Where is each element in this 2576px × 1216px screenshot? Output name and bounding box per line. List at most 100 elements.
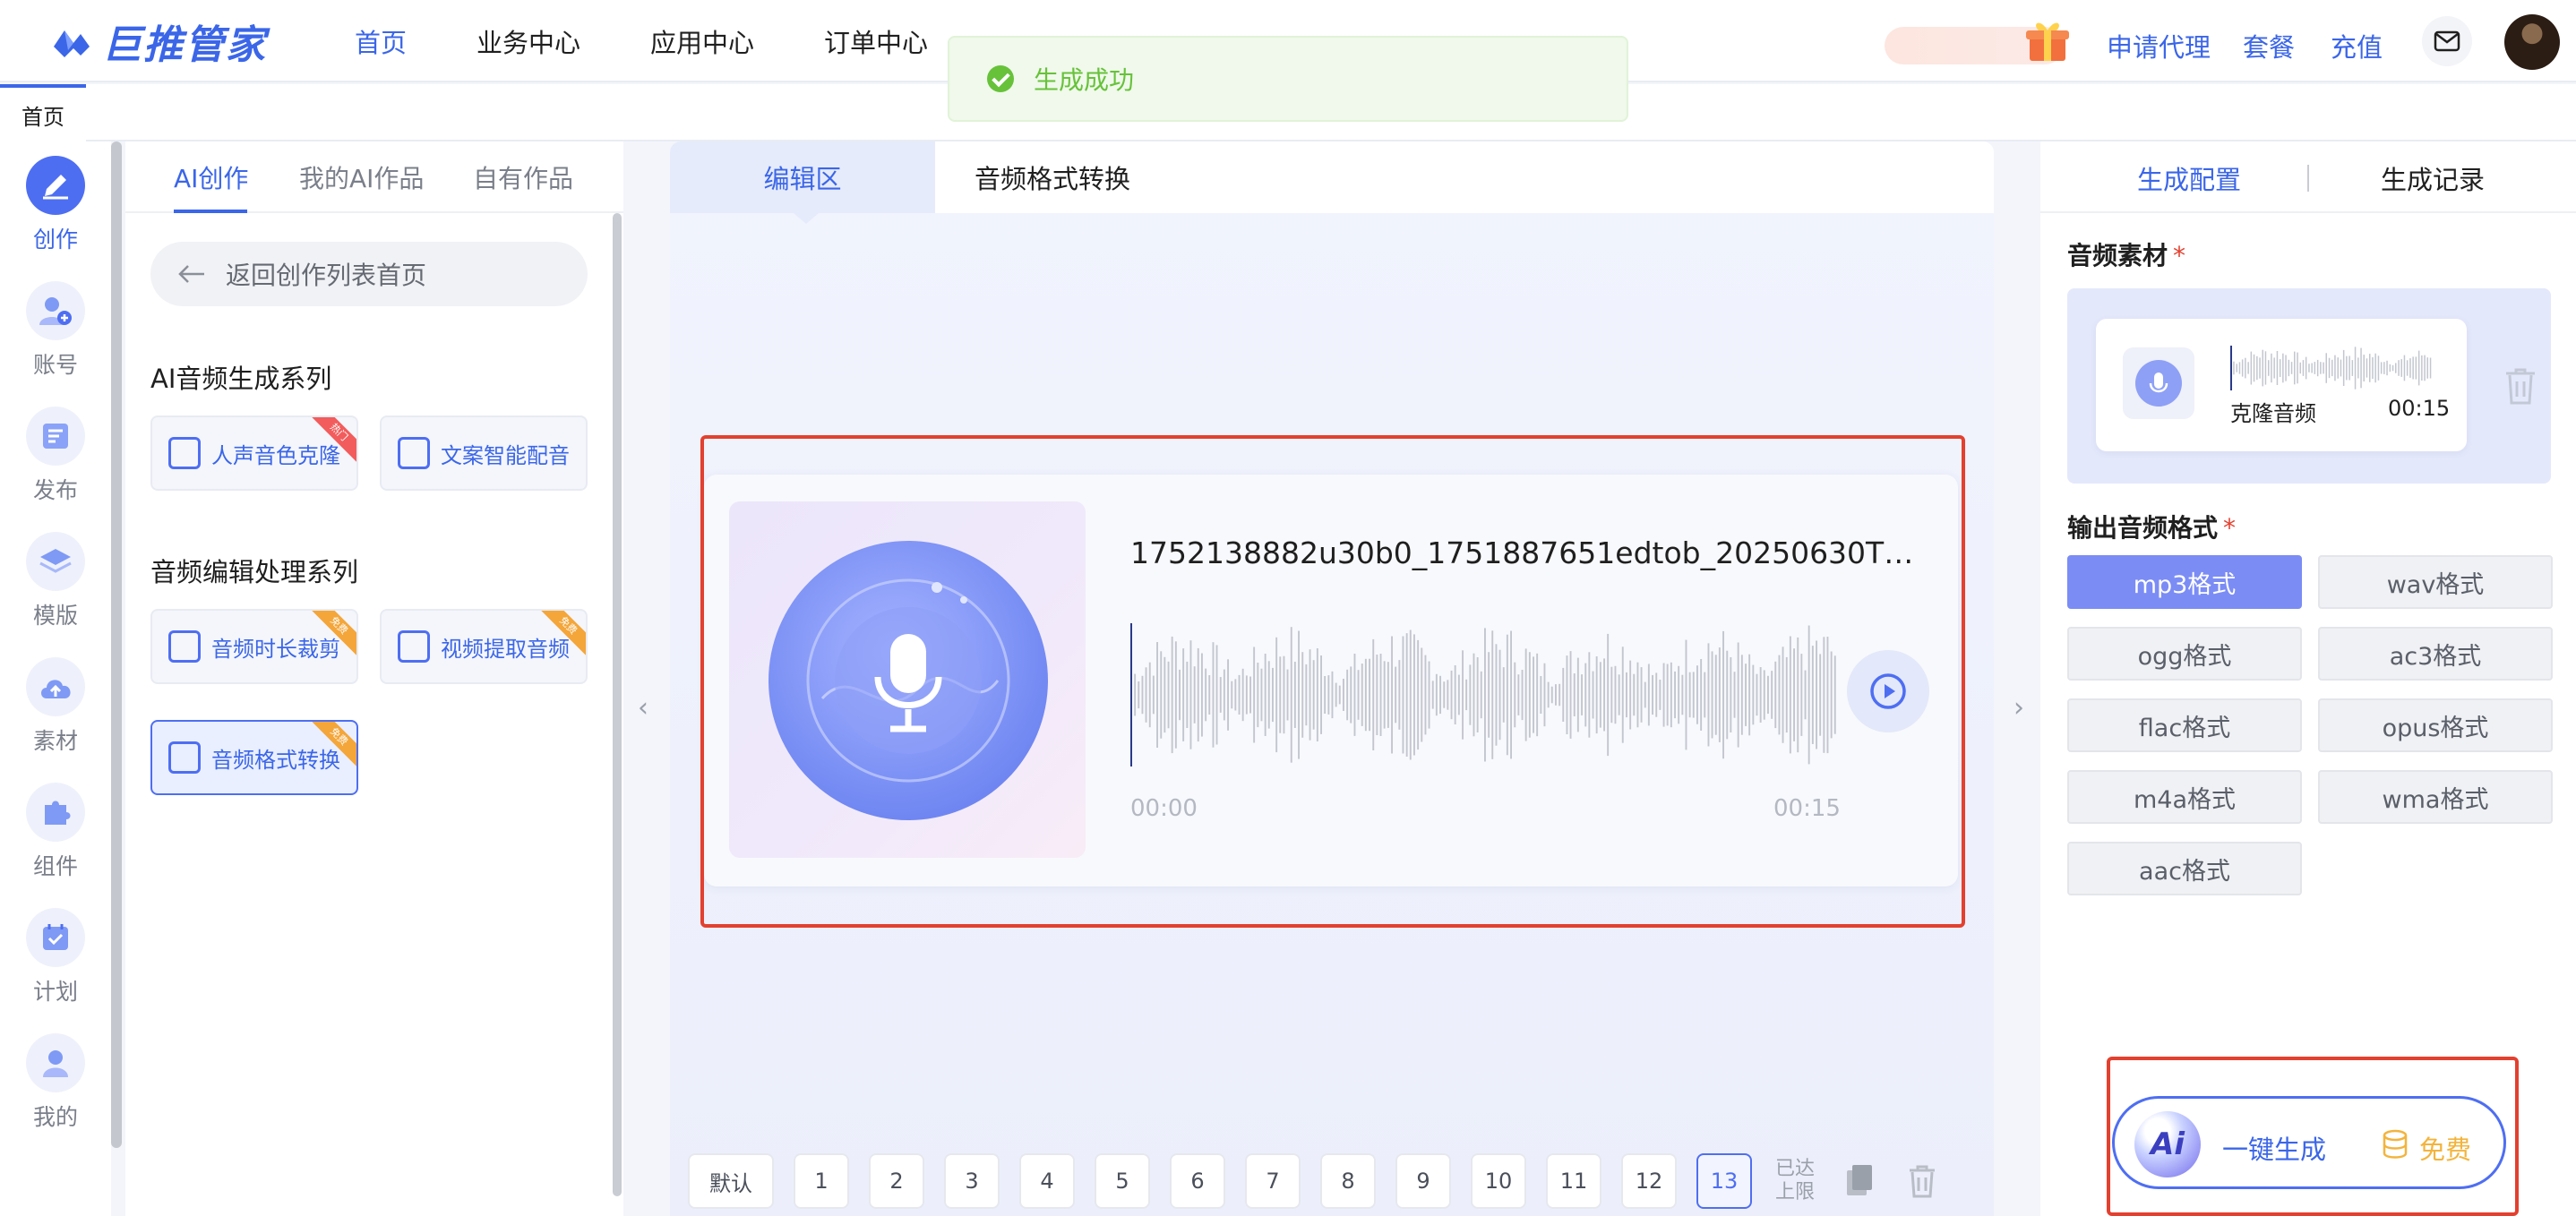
sidebar-item-create[interactable]: 创作: [0, 156, 111, 254]
waveform-bar: [1718, 647, 1721, 742]
tab-home[interactable]: 首页: [0, 84, 86, 141]
waveform-bar: [1629, 660, 1632, 730]
pager-page-4[interactable]: 4: [1019, 1153, 1075, 1209]
format-aac[interactable]: aac格式: [2067, 842, 2302, 895]
card-format-convert[interactable]: 音频格式转换 免费: [150, 720, 358, 795]
format-wav[interactable]: wav格式: [2318, 555, 2553, 609]
card-audio-trim[interactable]: 音频时长裁剪 免费: [150, 609, 358, 684]
calendar-check-icon: [26, 908, 85, 967]
pager-page-12[interactable]: 12: [1621, 1153, 1677, 1209]
recharge-link[interactable]: 充值: [2331, 27, 2383, 64]
waveform-bar: [2253, 354, 2255, 382]
back-to-list-button[interactable]: 返回创作列表首页: [150, 242, 588, 306]
creation-panel-scrollbar[interactable]: [613, 213, 622, 1196]
pager-page-1[interactable]: 1: [794, 1153, 849, 1209]
waveform-bar: [1205, 668, 1207, 722]
collapse-right-chevron-icon[interactable]: ›: [2003, 681, 2035, 734]
nav-app-center[interactable]: 应用中心: [650, 22, 754, 60]
pager-page-11[interactable]: 11: [1546, 1153, 1601, 1209]
pager-page-6[interactable]: 6: [1170, 1153, 1225, 1209]
waveform-bar: [1558, 683, 1561, 706]
apply-agent-link[interactable]: 申请代理: [2107, 27, 2211, 64]
waveform-bar: [1376, 655, 1378, 735]
pager-page-7[interactable]: 7: [1245, 1153, 1301, 1209]
tab-generate-history[interactable]: 生成记录: [2381, 159, 2485, 197]
tab-generate-config[interactable]: 生成配置: [2137, 159, 2241, 197]
delete-button[interactable]: [1901, 1158, 1944, 1204]
waveform-bar: [1626, 672, 1627, 718]
waveform-bar: [1543, 663, 1546, 727]
pager-page-2[interactable]: 2: [869, 1153, 924, 1209]
tab-my-ai-works[interactable]: 我的AI作品: [299, 159, 424, 195]
card-extract-audio[interactable]: 视频提取音频 免费: [380, 609, 588, 684]
active-tab-indicator: [174, 210, 247, 213]
tab-ai-create[interactable]: AI创作: [174, 159, 248, 195]
playhead-cursor[interactable]: [1130, 623, 1132, 766]
format-flac[interactable]: flac格式: [2067, 698, 2302, 752]
mail-button[interactable]: [2422, 16, 2472, 66]
format-wma[interactable]: wma格式: [2318, 770, 2553, 824]
sidebar-item-component[interactable]: 组件: [0, 783, 111, 881]
pager-page-10[interactable]: 10: [1471, 1153, 1526, 1209]
material-title-text: 音频素材: [2067, 241, 2168, 270]
format-ac3[interactable]: ac3格式: [2318, 627, 2553, 681]
waveform-bar: [2383, 362, 2385, 374]
waveform-bar: [2290, 362, 2293, 374]
copy-button[interactable]: [1838, 1158, 1881, 1204]
video-audio-icon: [398, 630, 430, 663]
pager-page-13[interactable]: 13: [1696, 1153, 1752, 1209]
tab-format-convert[interactable]: 音频格式转换: [975, 141, 1130, 213]
waveform-bar: [2366, 358, 2368, 378]
waveform-bar: [1219, 677, 1222, 713]
publish-icon: [26, 407, 85, 466]
format-opus[interactable]: opus格式: [2318, 698, 2553, 752]
audio-waveform[interactable]: [1130, 623, 1838, 766]
avatar[interactable]: [2504, 14, 2560, 70]
format-mp3[interactable]: mp3格式: [2067, 555, 2302, 609]
waveform-bar: [1201, 653, 1203, 737]
waveform-bar: [2302, 360, 2305, 376]
sidebar-item-label: 计划: [32, 979, 78, 1005]
pager-page-5[interactable]: 5: [1095, 1153, 1150, 1209]
material-thumb: [2123, 347, 2194, 419]
pager-page-8[interactable]: 8: [1320, 1153, 1376, 1209]
nav-business-center[interactable]: 业务中心: [477, 22, 580, 60]
tab-edit-area[interactable]: 编辑区: [670, 141, 935, 213]
play-button[interactable]: [1847, 650, 1929, 732]
waveform-bar: [1569, 651, 1572, 739]
gift-icon[interactable]: [2022, 16, 2073, 64]
playhead-cursor[interactable]: [2230, 346, 2232, 390]
toast-message: 生成成功: [1034, 65, 1135, 95]
format-ogg[interactable]: ogg格式: [2067, 627, 2302, 681]
format-m4a[interactable]: m4a格式: [2067, 770, 2302, 824]
waveform-bar: [1547, 681, 1550, 708]
waveform-bar: [2348, 355, 2350, 381]
waveform-bar: [1692, 672, 1695, 718]
waveform-bar: [2415, 356, 2417, 380]
sidebar-item-material[interactable]: 素材: [0, 657, 111, 756]
nav-home[interactable]: 首页: [355, 22, 407, 60]
card-smart-dubbing[interactable]: 文案智能配音: [380, 415, 588, 491]
pager-page-9[interactable]: 9: [1395, 1153, 1451, 1209]
waveform-bar: [1588, 652, 1591, 738]
waveform-bar: [1674, 671, 1676, 719]
waveform-bar: [1714, 655, 1717, 735]
waveform-bar: [2357, 357, 2359, 379]
card-voice-clone[interactable]: 人声音色克隆 热门: [150, 415, 358, 491]
material-card[interactable]: 克隆音频 00:15: [2096, 319, 2467, 451]
pager-default[interactable]: 默认: [688, 1153, 774, 1209]
sidebar-item-mine[interactable]: 我的: [0, 1033, 111, 1132]
sidebar-item-publish[interactable]: 发布: [0, 407, 111, 505]
plans-link[interactable]: 套餐: [2243, 27, 2295, 64]
tab-own-works[interactable]: 自有作品: [473, 159, 573, 195]
nav-order-center[interactable]: 订单中心: [824, 22, 928, 60]
collapse-left-chevron-icon[interactable]: ‹: [627, 681, 659, 734]
one-click-generate-button[interactable]: Ai 一键生成 免费: [2112, 1096, 2506, 1189]
logo[interactable]: 巨推管家: [50, 16, 267, 68]
sidebar-item-template[interactable]: 模版: [0, 532, 111, 630]
pager-page-3[interactable]: 3: [944, 1153, 1000, 1209]
sidebar-item-plan[interactable]: 计划: [0, 908, 111, 1006]
sidebar-scrollbar[interactable]: [111, 141, 122, 1148]
sidebar-item-account[interactable]: 账号: [0, 281, 111, 380]
material-trash-icon[interactable]: [2503, 365, 2538, 407]
